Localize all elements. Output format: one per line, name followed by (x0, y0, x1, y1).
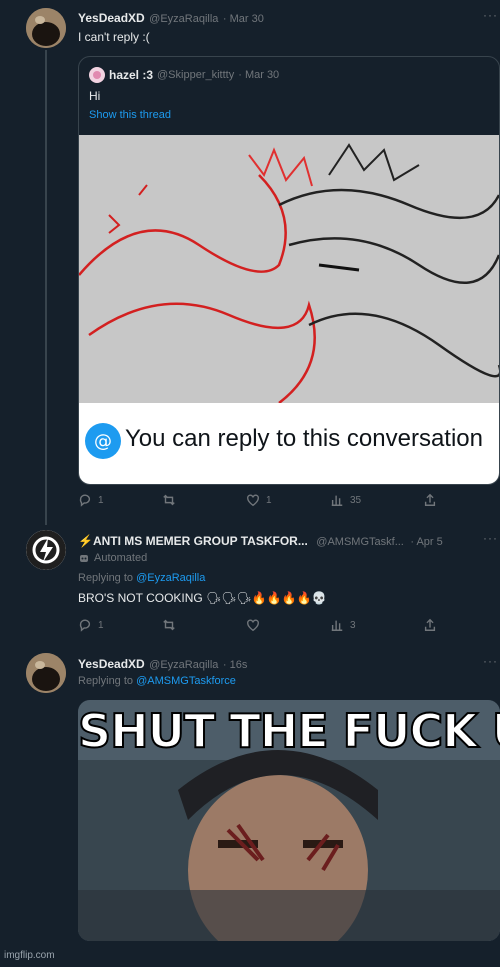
share-button[interactable] (423, 493, 437, 507)
show-thread-link[interactable]: Show this thread (89, 109, 171, 121)
reply-count: 1 (98, 494, 104, 506)
retweet-icon (163, 619, 175, 631)
share-icon (424, 493, 436, 506)
automated-icon (80, 555, 88, 562)
svg-text:@: @ (94, 431, 112, 452)
reply-button[interactable]: 1 (78, 618, 104, 632)
replying-prefix: Replying to (78, 572, 134, 584)
replying-prefix: Replying to (78, 675, 134, 687)
views-icon (331, 495, 343, 506)
like-icon (247, 619, 259, 632)
tweet-1[interactable]: YesDeadXD @EyzaRaqilla · Mar 30 ··· I ca… (0, 0, 500, 525)
timestamp[interactable]: · Mar 30 (223, 13, 264, 25)
replying-to-link[interactable]: @EyzaRaqilla (136, 572, 205, 584)
handle[interactable]: @EyzaRaqilla (149, 659, 218, 671)
timestamp[interactable]: · 16s (223, 659, 247, 671)
reply-icon (79, 494, 91, 507)
retweet-button[interactable] (162, 618, 176, 632)
reply-restricted-banner: @ You can reply to this conversation (79, 403, 499, 484)
thread-line (45, 50, 47, 525)
handle[interactable]: @EyzaRaqilla (149, 13, 218, 25)
share-icon (424, 618, 436, 631)
mention-icon: @ (85, 423, 121, 459)
views-count: 3 (350, 619, 356, 631)
retweet-icon (163, 494, 175, 506)
tweet-actions: 1 3 (78, 618, 438, 636)
like-count: 1 (266, 494, 272, 506)
display-name[interactable]: ⚡ANTI MS MEMER GROUP TASKFOR... (78, 534, 308, 548)
retweet-button[interactable] (162, 493, 176, 507)
watermark: imgflip.com (4, 950, 55, 961)
replying-to-link[interactable]: @AMSMGTaskforce (136, 675, 236, 687)
quote-text: Hi (89, 89, 101, 103)
more-icon[interactable]: ··· (483, 654, 498, 668)
like-icon (247, 494, 259, 507)
meme-image[interactable]: SHUT THE FUCK UP (78, 700, 500, 941)
banner-text: You can reply to this conversation (125, 425, 483, 452)
quote-avatar (89, 67, 105, 83)
views-count: 35 (350, 494, 362, 506)
display-name[interactable]: YesDeadXD (78, 657, 145, 671)
avatar[interactable] (26, 8, 66, 48)
tweet-2[interactable]: ⚡ANTI MS MEMER GROUP TASKFOR... @AMSMGTa… (0, 520, 500, 645)
avatar[interactable] (26, 530, 66, 570)
views-icon (331, 620, 343, 631)
quote-display-name[interactable]: hazel :3 (109, 68, 153, 82)
share-button[interactable] (423, 618, 437, 632)
display-name[interactable]: YesDeadXD (78, 11, 145, 25)
like-button[interactable]: 1 (246, 493, 272, 507)
like-button[interactable] (246, 618, 260, 632)
views-button[interactable]: 3 (330, 618, 356, 632)
tweet-text: I can't reply :( (78, 30, 150, 44)
reply-count: 1 (98, 619, 104, 631)
meme-caption: SHUT THE FUCK UP (78, 703, 500, 759)
quote-handle[interactable]: @Skipper_kittty (157, 69, 234, 81)
more-icon[interactable]: ··· (483, 531, 498, 545)
tweet-actions: 1 1 35 (78, 493, 438, 511)
views-button[interactable]: 35 (330, 493, 361, 507)
avatar[interactable] (26, 653, 66, 693)
quoted-tweet[interactable]: hazel :3 @Skipper_kittty · Mar 30 Hi Sho… (78, 56, 500, 485)
timestamp[interactable]: · Apr 5 (410, 536, 442, 548)
reply-icon (79, 619, 91, 632)
handle[interactable]: @AMSMGTaskf... (316, 536, 404, 548)
automated-label: Automated (94, 552, 148, 564)
reply-button[interactable]: 1 (78, 493, 104, 507)
quote-image[interactable] (79, 135, 499, 404)
quote-timestamp[interactable]: · Mar 30 (238, 69, 279, 81)
more-icon[interactable]: ··· (483, 8, 498, 22)
tweet-text: BRO'S NOT COOKING 🗣🗣🗣🔥🔥🔥🔥💀 (78, 591, 327, 605)
